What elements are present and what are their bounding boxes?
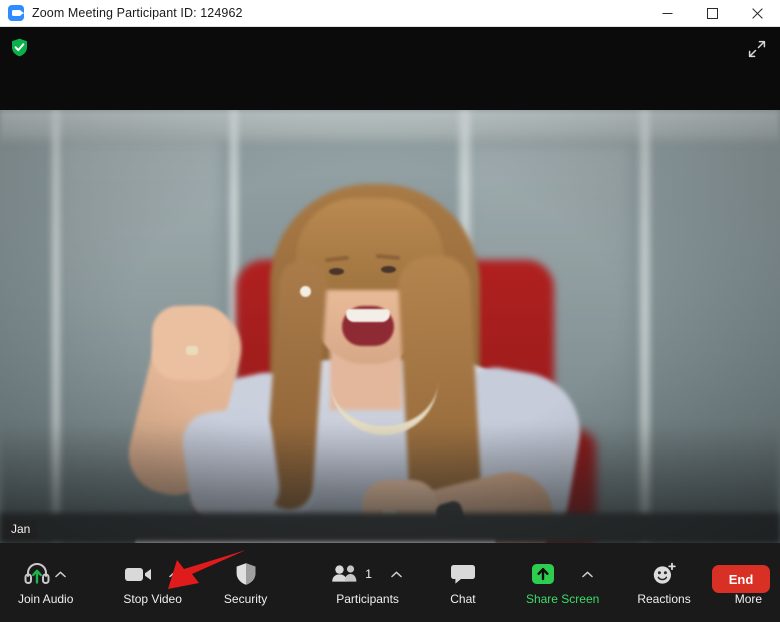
close-icon: [752, 8, 763, 19]
encryption-shield-icon[interactable]: [11, 38, 28, 57]
stage-top-bar: [0, 27, 780, 110]
video-stage: Jan: [0, 27, 780, 543]
maximize-icon: [707, 8, 718, 19]
window-controls: [645, 0, 780, 27]
toolbar-item-chat[interactable]: Chat: [446, 552, 480, 614]
video-options-chevron-up-icon[interactable]: [168, 564, 182, 584]
video-scene: [0, 110, 780, 543]
headset-join-audio-icon: [24, 563, 50, 584]
join-audio-options-chevron-up-icon[interactable]: [54, 564, 68, 584]
window-title: Zoom Meeting Participant ID: 124962: [32, 6, 243, 20]
enter-fullscreen-button[interactable]: [744, 37, 770, 61]
toolbar-item-stop-video[interactable]: Stop Video: [119, 552, 186, 614]
toolbar-item-participants[interactable]: 1 Participants: [327, 552, 408, 614]
toolbar-item-share-screen[interactable]: Share Screen: [522, 552, 603, 614]
minimize-button[interactable]: [645, 0, 690, 27]
stop-video-label: Stop Video: [123, 592, 182, 606]
participants-count-badge: 1: [365, 567, 372, 581]
title-bar: Zoom Meeting Participant ID: 124962: [0, 0, 780, 27]
enter-fullscreen-icon: [748, 40, 766, 58]
chat-bubble-icon: [450, 565, 475, 584]
close-button[interactable]: [735, 0, 780, 27]
reactions-label: Reactions: [637, 592, 691, 606]
maximize-button[interactable]: [690, 0, 735, 27]
end-meeting-button[interactable]: End: [712, 565, 770, 593]
security-label: Security: [223, 592, 268, 606]
chat-label: Chat: [450, 592, 476, 606]
toolbar-item-security[interactable]: Security: [220, 552, 271, 614]
minimize-icon: [662, 13, 673, 14]
more-label: More: [734, 592, 763, 606]
smiley-reactions-icon: [653, 562, 676, 584]
join-audio-label: Join Audio: [18, 592, 74, 606]
participants-icon: [332, 565, 357, 582]
toolbar-item-reactions[interactable]: Reactions: [633, 552, 694, 614]
zoom-meeting-window: Zoom Meeting Participant ID: 124962 Jan …: [0, 0, 780, 622]
shield-icon: [236, 563, 255, 585]
participants-label: Participants: [336, 592, 399, 606]
participant-video-feed[interactable]: Jan: [0, 110, 780, 543]
meeting-toolbar: Join Audio Stop Video Security 1 Partici…: [0, 543, 780, 622]
share-screen-options-chevron-up-icon[interactable]: [581, 564, 595, 584]
participant-name-label: Jan: [4, 520, 38, 539]
video-camera-icon: [124, 568, 151, 581]
share-screen-label: Share Screen: [525, 592, 600, 606]
share-screen-up-arrow-icon: [531, 564, 554, 584]
zoom-camera-icon: [8, 5, 24, 21]
participants-options-chevron-up-icon[interactable]: [390, 564, 404, 584]
toolbar-item-join-audio[interactable]: Join Audio: [14, 552, 77, 614]
